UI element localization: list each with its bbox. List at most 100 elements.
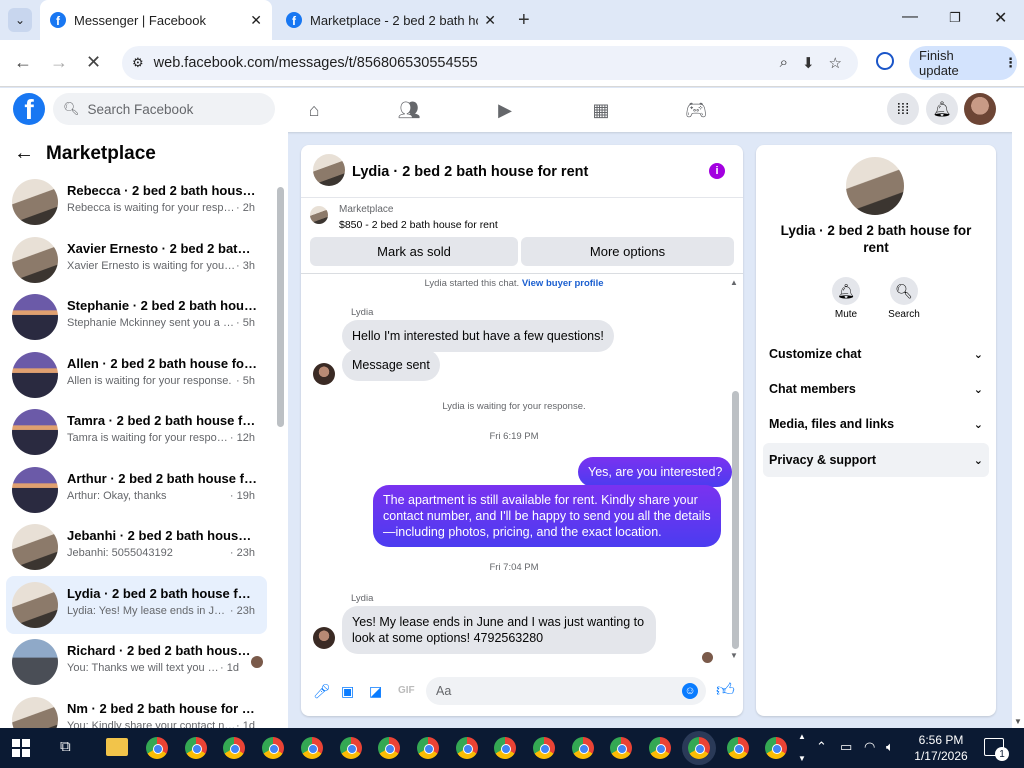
- volume-icon[interactable]: 🔈︎: [886, 739, 894, 755]
- back-icon[interactable]: ←: [14, 52, 32, 73]
- kebab-menu-icon[interactable]: ⋮: [1004, 55, 1017, 71]
- forward-icon[interactable]: →: [50, 52, 68, 73]
- chrome-taskbar-icon[interactable]: [533, 737, 555, 759]
- taskbar-scroll-up-icon[interactable]: ▲: [798, 732, 806, 741]
- conversation-item[interactable]: Jebanhi · 2 bed 2 bath house for rent Jeb…: [6, 518, 267, 576]
- listing-thumbnail[interactable]: [310, 206, 328, 224]
- info-icon[interactable]: i: [709, 163, 725, 179]
- notification-center-icon[interactable]: 1: [984, 738, 1009, 761]
- bell-icon[interactable]: 🔔︎: [926, 93, 958, 125]
- chrome-taskbar-icon[interactable]: [571, 737, 594, 759]
- tab-messenger[interactable]: f Messenger | Facebook ✕: [40, 0, 272, 40]
- gaming-icon[interactable]: 🎮︎: [684, 98, 708, 122]
- minimize-icon[interactable]: —: [902, 8, 918, 26]
- details-avatar[interactable]: [846, 157, 904, 215]
- show-hidden-icons-icon[interactable]: ⌃: [816, 739, 827, 755]
- back-arrow-icon[interactable]: ←: [14, 142, 34, 165]
- mark-as-sold-button[interactable]: Mark as sold: [310, 237, 518, 266]
- gif-icon[interactable]: GIF: [398, 685, 415, 696]
- scroll-down-icon[interactable]: ▼: [1014, 717, 1022, 726]
- close-window-icon[interactable]: ✕: [994, 8, 1007, 28]
- tab-close-icon[interactable]: ✕: [250, 12, 262, 29]
- system-clock[interactable]: 6:56 PM 1/17/2026: [910, 732, 972, 764]
- chrome-taskbar-icon[interactable]: [339, 737, 362, 759]
- view-buyer-profile-link[interactable]: View buyer profile: [522, 278, 604, 289]
- sticker-icon[interactable]: ◪: [369, 683, 382, 700]
- message-input[interactable]: Aa ☺: [426, 677, 706, 705]
- conversation-item[interactable]: Xavier Ernesto · 2 bed 2 bath house for …: [6, 231, 267, 289]
- conversation-item[interactable]: Arthur · 2 bed 2 bath house for rent Arth…: [6, 461, 267, 519]
- menu-grid-icon[interactable]: ⁞⁞⁞: [887, 93, 919, 125]
- incoming-message[interactable]: Hello I'm interested but have a few ques…: [342, 320, 614, 352]
- listing-title[interactable]: $850 - 2 bed 2 bath house for rent: [339, 219, 498, 231]
- bookmark-star-icon[interactable]: ☆: [829, 54, 842, 72]
- like-icon[interactable]: 👍︎: [716, 679, 735, 701]
- chrome-taskbar-icon[interactable]: [184, 737, 207, 759]
- sender-avatar[interactable]: [313, 627, 335, 649]
- account-avatar[interactable]: [964, 93, 996, 125]
- conversation-item[interactable]: Tamra · 2 bed 2 bath house for rent Tamra…: [6, 403, 267, 461]
- mic-icon[interactable]: 🎤︎: [313, 683, 331, 700]
- tab-close-icon[interactable]: ✕: [484, 12, 496, 29]
- browser-profile-icon[interactable]: [876, 52, 894, 70]
- wifi-icon[interactable]: ◠: [864, 739, 875, 755]
- incoming-message[interactable]: Message sent: [342, 349, 440, 381]
- chrome-taskbar-icon[interactable]: [262, 737, 285, 759]
- facebook-search-input[interactable]: 🔍︎ Search Facebook: [53, 93, 275, 125]
- media-files-links-row[interactable]: Media, files and links ⌄: [763, 407, 989, 441]
- chrome-taskbar-icon[interactable]: [146, 737, 168, 759]
- image-icon[interactable]: ▣: [341, 683, 354, 700]
- chrome-taskbar-icon[interactable]: [649, 737, 672, 759]
- chat-members-row[interactable]: Chat members ⌄: [763, 372, 989, 406]
- scroll-up-icon[interactable]: ▲: [730, 278, 738, 287]
- marketplace-icon[interactable]: ▦: [589, 98, 613, 122]
- conversation-item[interactable]: Richard · 2 bed 2 bath house for rent You…: [6, 633, 267, 691]
- chat-title[interactable]: Lydia · 2 bed 2 bath house for rent: [352, 164, 588, 180]
- stop-icon[interactable]: ✕: [86, 52, 101, 73]
- privacy-support-row[interactable]: Privacy & support ⌄: [763, 443, 989, 477]
- conversation-item[interactable]: Lydia · 2 bed 2 bath house for rent Lydia…: [6, 575, 267, 634]
- finish-update-button[interactable]: Finish update ⋮: [909, 46, 1017, 80]
- site-info-icon[interactable]: ⚙: [132, 55, 144, 71]
- mute-button[interactable]: 🔔︎ Mute: [816, 277, 876, 320]
- zoom-icon[interactable]: ⌕: [780, 54, 788, 72]
- tab-search-button[interactable]: ⌄: [8, 8, 32, 32]
- video-icon[interactable]: ▶: [493, 98, 517, 122]
- chrome-taskbar-icon[interactable]: [726, 737, 749, 759]
- home-icon[interactable]: ⌂: [302, 98, 326, 122]
- emoji-icon[interactable]: ☺: [682, 683, 698, 699]
- chat-avatar[interactable]: [313, 154, 345, 186]
- file-explorer-icon[interactable]: [106, 738, 128, 756]
- outgoing-message[interactable]: Yes, are you interested?: [578, 457, 733, 487]
- conversation-item[interactable]: Stephanie · 2 bed 2 bath house for rent S…: [6, 288, 267, 346]
- chrome-taskbar-icon[interactable]: [610, 737, 633, 759]
- windows-start-icon[interactable]: [12, 739, 30, 757]
- list-scrollbar[interactable]: [277, 187, 284, 427]
- outgoing-message[interactable]: The apartment is still available for ren…: [373, 485, 721, 547]
- chrome-taskbar-icon[interactable]: [455, 737, 478, 759]
- friends-icon[interactable]: 👥︎: [397, 98, 421, 122]
- chrome-taskbar-icon[interactable]: [494, 737, 517, 759]
- customize-chat-row[interactable]: Customize chat ⌄: [763, 337, 989, 371]
- conversation-item[interactable]: Allen · 2 bed 2 bath house for rent Allen…: [6, 346, 267, 404]
- chrome-taskbar-icon[interactable]: [300, 737, 323, 759]
- page-scrollbar[interactable]: ▼: [1012, 132, 1024, 728]
- chrome-taskbar-icon[interactable]: [416, 737, 439, 759]
- tab-marketplace[interactable]: f Marketplace - 2 bed 2 bath house ✕: [276, 0, 506, 40]
- chrome-taskbar-icon[interactable]: [378, 737, 401, 759]
- new-tab-icon[interactable]: +: [518, 9, 530, 32]
- chrome-taskbar-icon[interactable]: [687, 737, 710, 759]
- chrome-taskbar-icon[interactable]: [223, 737, 246, 759]
- chat-scrollbar[interactable]: [732, 391, 739, 649]
- install-app-icon[interactable]: ⬇: [802, 54, 815, 72]
- conversation-item[interactable]: Rebecca · 2 bed 2 bath house for rent Reb…: [6, 173, 267, 231]
- device-icon[interactable]: ▭: [840, 739, 852, 755]
- url-bar[interactable]: ⚙ web.facebook.com/messages/t/8568065305…: [122, 46, 858, 80]
- task-view-icon[interactable]: ⧉: [60, 738, 71, 755]
- restore-icon[interactable]: ❐: [949, 10, 961, 26]
- chrome-taskbar-icon[interactable]: [765, 737, 788, 759]
- conversation-item[interactable]: Nm · 2 bed 2 bath house for rent You: Kin…: [6, 691, 267, 728]
- incoming-message[interactable]: Yes! My lease ends in June and I was jus…: [342, 606, 656, 654]
- search-conversation-button[interactable]: 🔍︎ Search: [874, 277, 934, 320]
- scroll-down-icon[interactable]: ▼: [730, 651, 738, 660]
